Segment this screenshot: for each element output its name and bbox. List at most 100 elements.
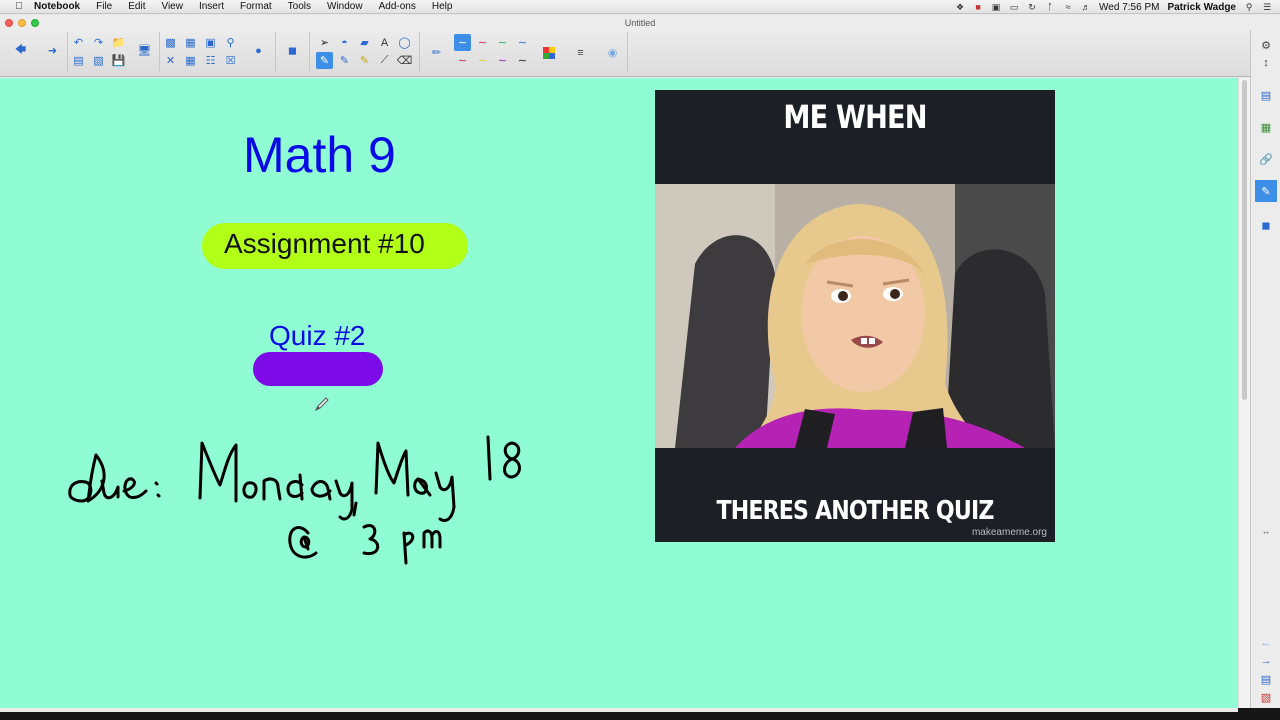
- table-icon[interactable]: ▦: [182, 52, 199, 69]
- pen-style-blue-2[interactable]: ∼: [514, 34, 531, 51]
- scroll-thumb[interactable]: [1242, 80, 1247, 400]
- select-tool-icon[interactable]: ➢: [316, 34, 333, 51]
- sidebar-delete-icon[interactable]: ▧: [1255, 686, 1277, 708]
- magnifier-icon[interactable]: ⚲: [222, 34, 239, 51]
- text-tool-icon[interactable]: A: [376, 34, 393, 51]
- menu-window[interactable]: Window: [319, 0, 371, 14]
- right-sidebar: ⚙ ↕ ▤ ▦ 🔗 ✎ ◼ ↔ ← → ▤ ▧: [1250, 30, 1280, 708]
- eraser-icon[interactable]: ⌫: [396, 52, 413, 69]
- menu-file[interactable]: File: [88, 0, 120, 14]
- menu-view[interactable]: View: [153, 0, 191, 14]
- menu-edit[interactable]: Edit: [120, 0, 153, 14]
- color-palette-icon[interactable]: [540, 44, 557, 61]
- previous-page-button[interactable]: 🡄: [12, 42, 29, 59]
- menu-add-ons[interactable]: Add-ons: [371, 0, 424, 14]
- navigation-group: 🡄 ➜: [4, 32, 68, 72]
- time-machine-icon[interactable]: ↻: [1027, 2, 1037, 12]
- document-camera-icon[interactable]: ●: [250, 42, 267, 59]
- menu-tools[interactable]: Tools: [280, 0, 319, 14]
- pen-style-blue[interactable]: ∼: [454, 34, 471, 51]
- delete-x-icon[interactable]: ☒: [222, 52, 239, 69]
- grid-icon[interactable]: ☷: [202, 52, 219, 69]
- page-title[interactable]: Math 9: [243, 126, 396, 184]
- tools-group: ➢ ◓ ▰ A ◯ ✎ ✎ ✎ ⟋ ⌫: [310, 32, 420, 72]
- creative-pen-icon[interactable]: ✎: [336, 52, 353, 69]
- add-ons-icon[interactable]: ◼: [284, 42, 301, 59]
- pen-tool-icon[interactable]: ✎: [316, 52, 333, 69]
- clear-icon[interactable]: ✕: [162, 52, 179, 69]
- notebook-page[interactable]: Math 9 Assignment #10 Quiz #2 ME WHEN TH…: [0, 78, 1238, 708]
- spotlight-search-icon[interactable]: ⚲: [1244, 2, 1254, 12]
- pen-styles-group: ✏ ∼ ∼ ∼ ∼ ∼ ∼ ∼ ∼ ≡ ◉: [420, 32, 628, 72]
- shapes-tool-icon[interactable]: ◯: [396, 34, 413, 51]
- status-area: ❖ ■ ▣ ▭ ↻ ᚩ ≈ ♬ Wed 7:56 PM Patrick Wadg…: [955, 0, 1280, 14]
- next-page-button[interactable]: ➜: [44, 42, 61, 59]
- eraser-tool-icon[interactable]: ▰: [356, 34, 373, 51]
- add-ons-group: ◼: [276, 32, 310, 72]
- handwritten-due-date[interactable]: [60, 423, 560, 573]
- insert-image-icon[interactable]: ▦: [182, 34, 199, 51]
- properties-icon[interactable]: ✎: [1255, 180, 1277, 202]
- undo-icon[interactable]: ↶: [70, 34, 87, 51]
- pen-icon[interactable]: ✏: [428, 44, 445, 61]
- line-tool-icon[interactable]: ⟋: [376, 52, 393, 69]
- properties-icon[interactable]: ◉: [604, 44, 621, 61]
- display-icon[interactable]: 🖥: [136, 42, 153, 59]
- recording-icon[interactable]: ■: [973, 2, 983, 12]
- airplay-icon[interactable]: ▭: [1009, 2, 1019, 12]
- meme-top-text: ME WHEN: [783, 98, 927, 136]
- move-sidebar-icon[interactable]: ↕: [1255, 52, 1277, 74]
- menu-help[interactable]: Help: [424, 0, 461, 14]
- menu-insert[interactable]: Insert: [191, 0, 232, 14]
- window-titlebar: Untitled: [0, 15, 1280, 30]
- dropbox-icon[interactable]: ❖: [955, 2, 965, 12]
- open-folder-icon[interactable]: 📁: [110, 34, 127, 51]
- add-page-icon[interactable]: ▤: [70, 52, 87, 69]
- fill-tool-icon[interactable]: ◓: [336, 34, 353, 51]
- pen-style-pink[interactable]: ∼: [474, 34, 491, 51]
- bluetooth-icon[interactable]: ᚩ: [1045, 2, 1055, 12]
- quiz-label[interactable]: Quiz #2: [269, 320, 366, 352]
- pen-style-magenta[interactable]: ∼: [454, 52, 471, 69]
- redo-icon[interactable]: ↷: [90, 34, 107, 51]
- highlighter-icon[interactable]: ✎: [356, 52, 373, 69]
- pen-cursor-icon: [314, 397, 329, 412]
- menu-format[interactable]: Format: [232, 0, 280, 14]
- purple-ink-stroke[interactable]: [253, 352, 383, 386]
- clock[interactable]: Wed 7:56 PM: [1099, 2, 1159, 13]
- insert-group: ▩ ▦ ▣ ⚲ ✕ ▦ ☷ ☒ ●: [160, 32, 276, 72]
- screen-shade-icon[interactable]: ▩: [162, 34, 179, 51]
- save-icon[interactable]: 💾: [110, 52, 127, 69]
- main-toolbar: 🡄 ➜ ↶ ↷ 📁 ▤ ▧ 💾 🖥 ▩ ▦ ▣ ⚲ ✕ ▦ ☷ ☒ ● ◼ ➢ …: [0, 30, 1280, 77]
- bottom-strip: [0, 708, 1280, 720]
- wifi-icon[interactable]: ≈: [1063, 2, 1073, 12]
- screen-capture-icon[interactable]: ▣: [991, 2, 1001, 12]
- pen-style-black[interactable]: ∼: [514, 52, 531, 69]
- meme-image[interactable]: ME WHEN THERES ANOTHER QUIZ makeameme.or…: [655, 90, 1055, 542]
- horizontal-scrollbar[interactable]: [0, 708, 1238, 712]
- delete-page-icon[interactable]: ▧: [90, 52, 107, 69]
- pen-style-yellow[interactable]: ∼: [474, 52, 491, 69]
- line-thickness-icon[interactable]: ≡: [572, 44, 589, 61]
- apple-menu-icon[interactable]: : [12, 1, 26, 12]
- meme-watermark: makeameme.org: [971, 527, 1047, 538]
- meme-photo: [655, 184, 1055, 448]
- assignment-label[interactable]: Assignment #10: [224, 228, 425, 260]
- system-menu-bar:  Notebook File Edit View Insert Format …: [0, 0, 1280, 14]
- gallery-icon[interactable]: ▦: [1255, 116, 1277, 138]
- notification-center-icon[interactable]: ☰: [1262, 2, 1272, 12]
- add-ons-icon[interactable]: ◼: [1255, 214, 1277, 236]
- window-title: Untitled: [624, 17, 656, 28]
- volume-icon[interactable]: ♬: [1081, 2, 1091, 12]
- capture-icon[interactable]: ▣: [202, 34, 219, 51]
- collapse-sidebar-icon[interactable]: ↔: [1255, 520, 1277, 542]
- pen-style-purple[interactable]: ∼: [494, 52, 511, 69]
- attachments-icon[interactable]: 🔗: [1255, 148, 1277, 170]
- vertical-scrollbar[interactable]: [1238, 78, 1250, 708]
- menu-app-name[interactable]: Notebook: [26, 0, 88, 14]
- page-sorter-icon[interactable]: ▤: [1255, 84, 1277, 106]
- edit-group: ↶ ↷ 📁 ▤ ▧ 💾 🖥: [68, 32, 160, 72]
- pen-style-green[interactable]: ∼: [494, 34, 511, 51]
- meme-bottom-text: THERES ANOTHER QUIZ: [716, 496, 995, 526]
- user-name[interactable]: Patrick Wadge: [1167, 2, 1236, 13]
